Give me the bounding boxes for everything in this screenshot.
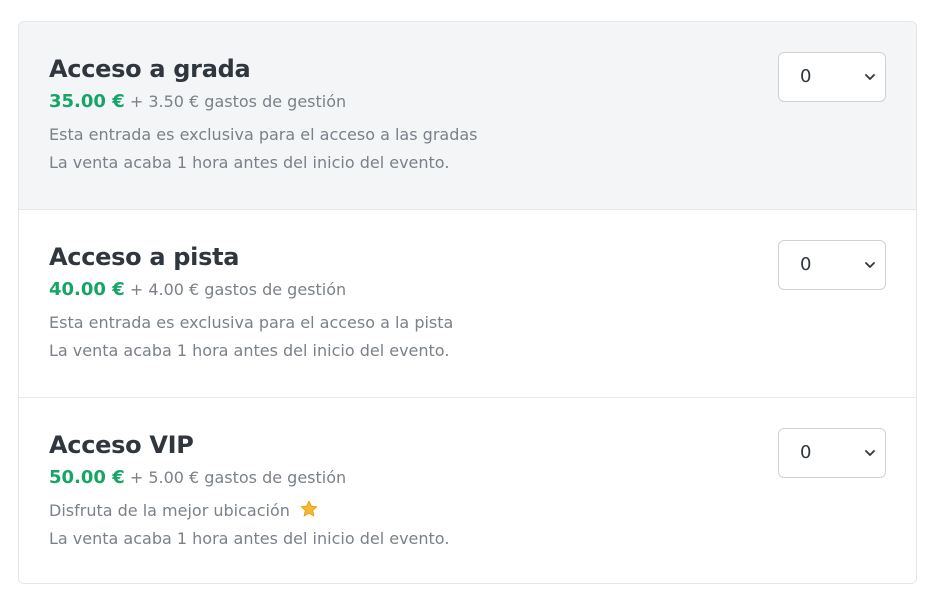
ticket-sale-note: La venta acaba 1 hora antes del inicio d… bbox=[49, 529, 450, 548]
ticket-name: Acceso a grada bbox=[49, 55, 251, 83]
ticket-description-line: Disfruta de la mejor ubicación bbox=[49, 497, 756, 525]
ticket-name: Acceso VIP bbox=[49, 431, 194, 459]
ticket-description: Esta entrada es exclusiva para el acceso… bbox=[49, 125, 478, 144]
quantity-select[interactable]: 0 bbox=[778, 52, 886, 102]
chevron-down-icon bbox=[865, 450, 875, 456]
ticket-sale-note: La venta acaba 1 hora antes del inicio d… bbox=[49, 153, 450, 172]
ticket-fee: + 5.00 € gastos de gestión bbox=[129, 468, 347, 487]
ticket-item-pista: Acceso a pista 40.00 € + 4.00 € gastos d… bbox=[19, 210, 916, 398]
ticket-info: Acceso a grada 35.00 € + 3.50 € gastos d… bbox=[49, 51, 756, 177]
ticket-info: Acceso VIP 50.00 € + 5.00 € gastos de ge… bbox=[49, 427, 756, 553]
ticket-description: Esta entrada es exclusiva para el acceso… bbox=[49, 313, 454, 332]
quantity-select[interactable]: 0 bbox=[778, 240, 886, 290]
ticket-sale-note: La venta acaba 1 hora antes del inicio d… bbox=[49, 341, 450, 360]
ticket-fee: + 4.00 € gastos de gestión bbox=[129, 280, 347, 299]
ticket-price: 40.00 € bbox=[49, 279, 125, 300]
star-icon bbox=[300, 500, 318, 517]
ticket-list: Acceso a grada 35.00 € + 3.50 € gastos d… bbox=[18, 21, 917, 584]
ticket-fee: + 3.50 € gastos de gestión bbox=[129, 92, 347, 111]
quantity-value: 0 bbox=[800, 254, 812, 275]
quantity-value: 0 bbox=[800, 442, 812, 463]
ticket-price: 50.00 € bbox=[49, 467, 125, 488]
chevron-down-icon bbox=[865, 262, 875, 268]
ticket-name: Acceso a pista bbox=[49, 243, 240, 271]
price-line: 40.00 € + 4.00 € gastos de gestión bbox=[49, 275, 756, 305]
ticket-description: Disfruta de la mejor ubicación bbox=[49, 501, 290, 520]
ticket-info: Acceso a pista 40.00 € + 4.00 € gastos d… bbox=[49, 239, 756, 365]
price-line: 35.00 € + 3.50 € gastos de gestión bbox=[49, 87, 756, 117]
quantity-value: 0 bbox=[800, 66, 812, 87]
ticket-item-vip: Acceso VIP 50.00 € + 5.00 € gastos de ge… bbox=[19, 398, 916, 583]
quantity-select[interactable]: 0 bbox=[778, 428, 886, 478]
ticket-item-grada: Acceso a grada 35.00 € + 3.50 € gastos d… bbox=[19, 22, 916, 210]
price-line: 50.00 € + 5.00 € gastos de gestión bbox=[49, 463, 756, 493]
chevron-down-icon bbox=[865, 74, 875, 80]
ticket-price: 35.00 € bbox=[49, 91, 125, 112]
